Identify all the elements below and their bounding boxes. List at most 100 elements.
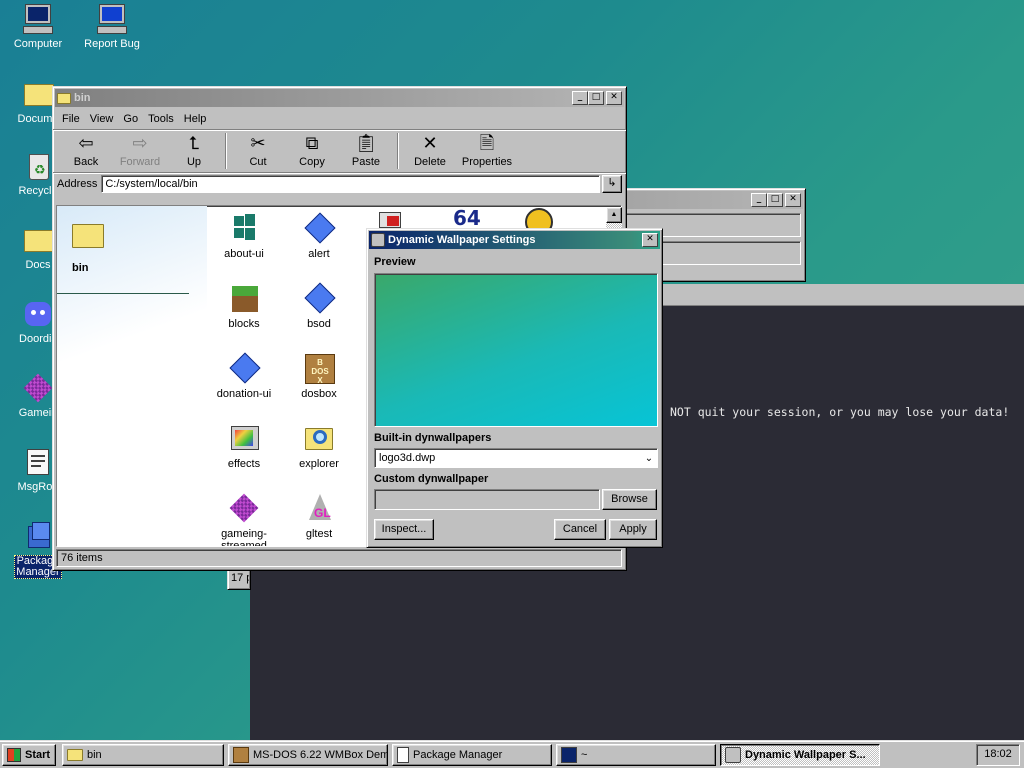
folder-icon xyxy=(67,749,83,761)
copy-button[interactable]: ⧉ Copy xyxy=(285,134,339,169)
terminal-output: NOT quit your session, or you may lose y… xyxy=(670,405,1010,419)
file-name: donation-ui xyxy=(216,388,272,400)
file-name: bsod xyxy=(307,318,331,330)
dialog-titlebar[interactable]: Dynamic Wallpaper Settings ✕ xyxy=(369,231,660,249)
folder-up-icon: ⮤ xyxy=(188,133,200,154)
dialog-title: Dynamic Wallpaper Settings xyxy=(388,234,536,246)
close-button[interactable]: ✕ xyxy=(785,193,801,207)
maximize-button[interactable]: □ xyxy=(767,193,783,207)
go-button[interactable]: ↳ xyxy=(602,175,622,193)
paste-icon: 📋︎ xyxy=(354,133,378,154)
properties-button[interactable]: 🗎︎ Properties xyxy=(457,133,517,169)
file-item[interactable]: B DOS X dosbox xyxy=(282,352,356,400)
back-button[interactable]: ⇦ Back xyxy=(59,134,113,169)
minimize-button[interactable]: _ xyxy=(751,193,767,207)
builtin-selected-value: logo3d.dwp xyxy=(379,452,436,464)
file-item[interactable]: blocks xyxy=(207,282,281,330)
delete-x-icon: ✕ xyxy=(422,133,438,154)
task-msdos[interactable]: MS-DOS 6.22 WMBox Dem... xyxy=(228,744,388,766)
task-dynamic-wallpaper[interactable]: Dynamic Wallpaper S... xyxy=(720,744,880,766)
partial-window[interactable]: 17 p xyxy=(227,568,251,590)
taskbar: Start bin MS-DOS 6.22 WMBox Dem... Packa… xyxy=(0,740,1024,768)
file-name: explorer xyxy=(299,458,339,470)
chevron-down-icon: ⌄ xyxy=(644,452,654,464)
file-name: alert xyxy=(308,248,330,260)
maximize-button[interactable]: □ xyxy=(588,91,604,105)
discord-icon xyxy=(22,298,54,330)
file-item[interactable]: gameing- streamed xyxy=(207,492,281,546)
menu-view[interactable]: View xyxy=(85,113,119,125)
paste-button[interactable]: 📋︎ Paste xyxy=(339,133,393,169)
explorer-title: bin xyxy=(74,92,91,104)
browse-button[interactable]: Browse xyxy=(602,489,657,510)
system-tray-clock[interactable]: 18:02 xyxy=(976,744,1020,766)
scroll-up-button[interactable]: ▲ xyxy=(606,207,622,223)
dosbox-icon: B DOS X xyxy=(303,352,335,385)
start-button[interactable]: Start xyxy=(2,744,56,766)
grass-block-icon xyxy=(228,282,260,314)
up-button[interactable]: ⮤ Up xyxy=(167,133,221,169)
menu-go[interactable]: Go xyxy=(118,113,143,125)
delete-button[interactable]: ✕ Delete xyxy=(403,133,457,169)
toolbar-separator xyxy=(397,133,399,169)
file-name: about-ui xyxy=(224,248,264,260)
partial-app-icon-text[interactable]: 64 xyxy=(453,206,481,230)
custom-wallpaper-input[interactable] xyxy=(374,489,600,510)
minimize-button[interactable]: _ xyxy=(572,91,588,105)
wallpaper-settings-dialog[interactable]: Dynamic Wallpaper Settings ✕ Preview Bui… xyxy=(366,228,663,548)
address-bar: Address C:/system/local/bin ↳ xyxy=(53,173,626,195)
partial-window-status: 17 p xyxy=(231,572,249,584)
explorer-titlebar[interactable]: bin _ □ ✕ xyxy=(55,89,624,107)
cut-button[interactable]: ✂ Cut xyxy=(231,134,285,169)
task-terminal[interactable]: ~ xyxy=(556,744,716,766)
file-name: blocks xyxy=(228,318,260,330)
folder-panel-divider xyxy=(57,293,189,294)
status-item-count: 76 items xyxy=(61,552,103,564)
desktop-icon-label: Report Bug xyxy=(84,38,140,50)
task-package-manager[interactable]: Package Manager xyxy=(392,744,552,766)
file-item[interactable]: donation-ui xyxy=(207,352,281,400)
dosbox-icon xyxy=(233,747,249,763)
close-button[interactable]: ✕ xyxy=(606,91,622,105)
gl-cone-icon: GL xyxy=(303,492,335,524)
start-logo-icon xyxy=(7,748,21,762)
message-board-icon xyxy=(22,446,54,478)
folder-search-icon xyxy=(303,422,335,454)
purple-cube-icon xyxy=(228,492,260,524)
explorer-toolbar: ⇦ Back ⇨ Forward ⮤ Up ✂ Cut ⧉ Copy 📋︎ Paste ✕ D… xyxy=(53,129,626,173)
file-item[interactable]: bsod xyxy=(282,282,356,330)
document-icon xyxy=(397,747,409,763)
folder-icon xyxy=(57,92,71,104)
menu-file[interactable]: File xyxy=(57,113,85,125)
desktop-icon-label: Docs xyxy=(25,259,51,271)
properties-icon: 🗎︎ xyxy=(479,133,495,154)
file-item[interactable]: about-ui xyxy=(207,212,281,260)
task-bin[interactable]: bin xyxy=(62,744,224,766)
preview-label: Preview xyxy=(374,256,416,268)
builtin-wallpaper-select[interactable]: logo3d.dwp ⌄ xyxy=(374,448,658,468)
apply-button[interactable]: Apply xyxy=(609,519,657,540)
status-bar: 76 items xyxy=(56,549,622,567)
wallpaper-preview xyxy=(374,273,658,427)
forward-button[interactable]: ⇨ Forward xyxy=(113,134,167,169)
desktop-icon-report-bug[interactable]: Report Bug xyxy=(75,3,149,50)
cancel-button[interactable]: Cancel xyxy=(554,519,606,540)
blue-diamond-icon xyxy=(228,352,261,384)
folder-name: bin xyxy=(72,262,89,274)
inspect-button[interactable]: Inspect... xyxy=(374,519,434,540)
address-input[interactable]: C:/system/local/bin xyxy=(101,175,600,193)
file-item[interactable]: alert xyxy=(282,212,356,260)
desktop-icon-computer[interactable]: Computer xyxy=(1,3,75,50)
file-item[interactable]: GL gltest xyxy=(282,492,356,540)
folder-icon xyxy=(22,224,54,256)
file-item[interactable]: effects xyxy=(207,422,281,470)
file-name: dosbox xyxy=(301,388,337,400)
close-button[interactable]: ✕ xyxy=(642,233,658,247)
windows-flag-icon xyxy=(228,212,260,244)
folder-panel: bin xyxy=(57,206,207,546)
menu-tools[interactable]: Tools xyxy=(143,113,179,125)
toolbar-separator xyxy=(225,133,227,169)
explorer-menubar: File View Go Tools Help xyxy=(53,109,626,129)
menu-help[interactable]: Help xyxy=(179,113,212,125)
file-item[interactable]: explorer xyxy=(282,422,356,470)
